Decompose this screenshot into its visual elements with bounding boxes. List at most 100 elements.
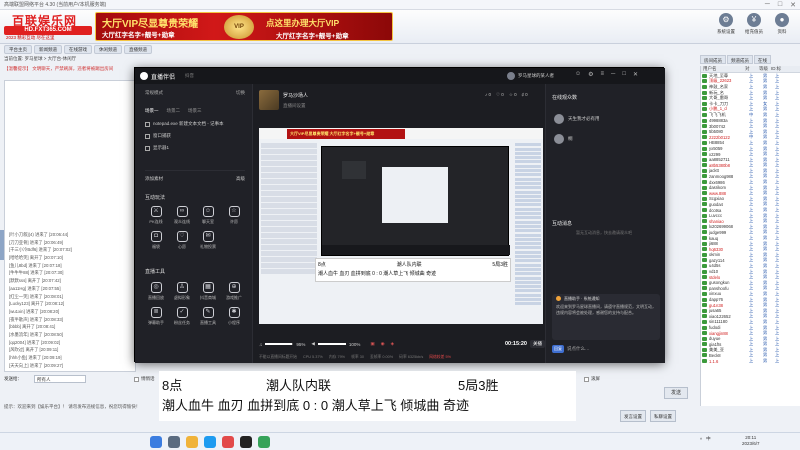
whisper-checkbox[interactable]: 悄悄话 — [134, 376, 155, 382]
system-settings-button[interactable]: ⚙ 系统设置 — [714, 13, 738, 35]
camera-icon[interactable]: ▣ — [370, 341, 374, 347]
preview-list-row — [261, 143, 317, 148]
send-button[interactable]: 发送 — [664, 387, 688, 399]
feedback-icon[interactable]: ☺ — [575, 71, 581, 78]
tab-online[interactable]: 在线 — [754, 55, 771, 64]
close-icon[interactable]: ✕ — [633, 71, 638, 78]
preview-right-row — [515, 293, 541, 297]
gift-vote-button[interactable]: ✉ 礼物投票 — [195, 231, 221, 250]
record-icon[interactable]: ◉ — [381, 341, 385, 347]
stream-info[interactable]: 罗马沙场人 直播间设置 — [259, 90, 308, 110]
replay-button[interactable]: ◎ 直播回放 — [143, 282, 169, 301]
chat-log-line: [刀刀亚骨] 进来了 [20:06:49] — [9, 239, 63, 245]
nav-news[interactable]: 新闻频道 — [34, 45, 62, 54]
maximize-icon[interactable]: □ — [778, 1, 782, 9]
folder-icon[interactable] — [186, 436, 198, 448]
user-name: panshoofu — [709, 285, 729, 291]
source-item[interactable]: 显示器1 — [145, 144, 245, 152]
user-name: a8b5380b8 — [709, 162, 730, 168]
account-menu[interactable]: 罗马星球的某人者 — [507, 72, 554, 80]
user-name: fudodi — [709, 325, 721, 331]
private-settings-button[interactable]: 私聊设置 — [650, 410, 676, 422]
mini-program-button[interactable]: ✱ 小程序 — [221, 307, 247, 326]
preview-right-row — [515, 207, 541, 211]
viewer-item[interactable]: 天生我才必有用 — [554, 114, 600, 124]
preview-nested-capture — [321, 146, 510, 256]
app-icon[interactable] — [222, 436, 234, 448]
vip-ad-banner[interactable]: 大厅VIP尽显尊贵荣耀 大厅红字名字+靓号+勋章 VIP 点这里办理大厅VIP … — [95, 12, 393, 41]
viewer-item[interactable]: 桐 — [554, 134, 573, 144]
chatroom-button[interactable]: ☺ 聊天室 — [195, 206, 221, 225]
user-name: yx5059 — [709, 146, 723, 152]
chat-log[interactable]: [叶小刀叙](4) 进来了 [20:06:44] [刀刀亚骨] 进来了 [20:0… — [4, 80, 136, 372]
nav-leisure[interactable]: 休闲频道 — [94, 45, 122, 54]
mall-button[interactable]: ▦ 抖音商城 — [195, 282, 221, 301]
user-name: zanmoog988 — [709, 173, 734, 179]
account-button[interactable]: ● 资料 — [770, 13, 794, 35]
preview-right-row — [515, 199, 541, 203]
tab-scene-2[interactable]: 场景二 — [167, 108, 181, 114]
minimize-icon[interactable]: ─ — [611, 71, 615, 78]
source-item[interactable]: notepad.exe 新建文本文档 - 记事本 — [145, 120, 245, 128]
audience-link-button[interactable]: ∞ 观众连线 — [169, 206, 195, 225]
maximize-icon[interactable]: □ — [622, 71, 626, 78]
menu-icon[interactable]: ≡ — [601, 71, 605, 78]
mic-slider[interactable] — [265, 343, 294, 345]
tab-scene-3[interactable]: 场景三 — [188, 108, 202, 114]
wish-button[interactable]: ☆ 许愿 — [221, 206, 247, 225]
speaker-volume[interactable]: ◀ 100% — [311, 341, 360, 347]
taskbar-clock[interactable]: 20:11 2023/6/7 — [742, 435, 760, 447]
heart-wish-button[interactable]: ♡ 心愿 — [169, 231, 195, 250]
mode-switch-button[interactable]: 切换 — [236, 90, 245, 96]
preview-right-row — [515, 250, 541, 254]
screenshot-icon[interactable]: ◈ — [391, 341, 394, 347]
stream-preview[interactable]: 大厅VIP尽显尊贵荣耀 大厅红字名字+靓号+勋章 8点 潮人队内联 5局3胜 潮… — [259, 128, 543, 324]
recharge-button[interactable]: ¥ 给充值员 — [742, 13, 766, 35]
tray-expand-icon[interactable]: ^ — [700, 437, 702, 442]
fan-task-button[interactable]: ✓ 粉丝任务 — [169, 307, 195, 326]
search-icon[interactable] — [168, 436, 180, 448]
browser-icon[interactable] — [204, 436, 216, 448]
nav-home[interactable]: 平台主页 — [4, 45, 32, 54]
speak-settings-button[interactable]: 发言设置 — [620, 410, 646, 422]
user-name: 5b5080 — [709, 129, 723, 135]
tiktok-icon[interactable] — [240, 436, 252, 448]
advanced-button[interactable]: 高级 — [236, 176, 245, 182]
user-list[interactable]: 用户名 对 等级 ID:标 天地_至尊上男上顶级_22623 上男上神鼓_名家上男… — [700, 66, 800, 406]
minimize-icon[interactable]: ─ — [765, 1, 770, 9]
ime-indicator[interactable]: 中 — [706, 436, 711, 442]
scroll-checkbox[interactable]: 滚屏 — [584, 376, 600, 382]
tab-channel-members[interactable]: 频道成员 — [727, 55, 753, 64]
nav-live[interactable]: 直播频道 — [124, 45, 152, 54]
site-logo[interactable]: 百联娱乐网 HD.FXT365.COM 2023 精彩互动 尽在这里 — [4, 12, 94, 42]
close-icon[interactable]: ✕ — [790, 1, 796, 9]
source-item[interactable]: 窗口捕获 — [145, 132, 245, 140]
user-row[interactable]: 1.1.6 上 男 上 — [701, 358, 800, 364]
chat-input[interactable]: 回复 说点什么… — [552, 344, 660, 354]
user-name: www.888 — [709, 190, 726, 196]
add-source-button[interactable]: 添加素材 — [145, 176, 163, 182]
pk-button[interactable]: ⚔ PK连线 — [143, 206, 169, 225]
send-target-select[interactable]: 所有人 — [34, 375, 86, 383]
live-tools-button[interactable]: ✎ 直播工具 — [195, 307, 221, 326]
mic-volume[interactable]: ♫ 95% — [259, 342, 305, 347]
lucky-bag-button[interactable]: ◘ 福袋 — [143, 231, 169, 250]
preview-list-row — [261, 233, 317, 238]
ad-right2: 大厅红字名字+靓号+勋章 — [276, 33, 349, 40]
avatar-button[interactable]: ♙ 虚拟形象 — [169, 282, 195, 301]
settings-icon[interactable]: ⚙ — [588, 71, 593, 78]
chat-app-icon[interactable] — [258, 436, 270, 448]
start-icon[interactable] — [150, 436, 162, 448]
game-promo-button[interactable]: ⊕ 游戏推广 — [221, 282, 247, 301]
tab-room-members[interactable]: 房间成员 — [700, 55, 726, 64]
user-rows: 天地_至尊上男上顶级_22623 上男上神鼓_名家上男上新玩_名上男上大哥_雷哥上… — [701, 73, 800, 364]
side-collapse-handle[interactable] — [0, 230, 4, 260]
user-level-icon — [702, 124, 707, 129]
speaker-slider[interactable] — [317, 343, 346, 345]
stop-stream-button[interactable]: 关播 — [530, 340, 545, 348]
nav-games[interactable]: 在线游戏 — [64, 45, 92, 54]
user-name: u4d5s — [709, 263, 721, 269]
tab-scene-1[interactable]: 场景一 — [145, 108, 159, 114]
danmaku-button[interactable]: ≣ 弹幕助手 — [143, 307, 169, 326]
user-level-icon — [702, 258, 707, 263]
